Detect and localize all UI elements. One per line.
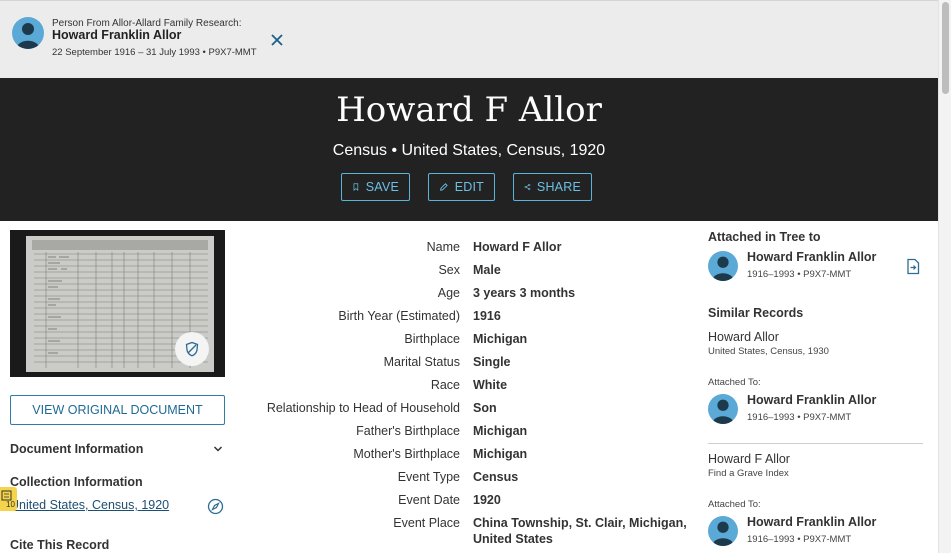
fact-value: Michigan xyxy=(473,447,528,461)
similar-record-title[interactable]: Howard F Allor xyxy=(708,452,790,466)
record-title: Howard F Allor xyxy=(336,90,602,130)
bookmark-icon xyxy=(353,183,359,191)
share-button[interactable]: SHARE xyxy=(513,173,592,201)
similar-record-title[interactable]: Howard Allor xyxy=(708,330,779,344)
similar-records-heading: Similar Records xyxy=(708,306,804,320)
fact-value-continued: United States xyxy=(473,532,553,546)
fact-value: 1920 xyxy=(473,493,501,507)
fact-label: Father's Birthplace xyxy=(356,424,460,438)
fact-label: Race xyxy=(430,378,460,392)
fact-value: China Township, St. Clair, Michigan, xyxy=(473,516,687,530)
compass-icon[interactable] xyxy=(207,498,224,515)
attached-tree-heading: Attached in Tree to xyxy=(708,230,821,244)
fact-value: Son xyxy=(473,401,497,415)
fact-value: 1916 xyxy=(473,309,501,323)
person-avatar-icon[interactable] xyxy=(708,516,738,546)
fact-label: Age xyxy=(437,286,460,300)
fact-value: 3 years 3 months xyxy=(473,286,576,300)
side-tab-count: 10 xyxy=(6,500,15,509)
attached-person-meta: 1916–1993 • P9X7-MMT xyxy=(747,269,852,280)
page-scrollbar[interactable] xyxy=(938,0,951,553)
share-icon xyxy=(524,183,531,191)
fact-label: Relationship to Head of Household xyxy=(266,401,460,415)
record-header: Howard F Allor Census • United States, C… xyxy=(0,78,938,221)
save-button-label: SAVE xyxy=(365,180,399,194)
attach-record-icon[interactable] xyxy=(905,258,921,275)
view-original-document-button[interactable]: VIEW ORIGINAL DOCUMENT xyxy=(10,395,225,425)
person-banner: Person From Allor-Allard Family Research… xyxy=(0,0,938,78)
pencil-icon xyxy=(440,183,448,191)
person-avatar-icon[interactable] xyxy=(708,394,738,424)
collection-information-heading: Collection Information xyxy=(10,475,143,489)
privacy-shield-button[interactable] xyxy=(175,332,209,366)
banner-person-name[interactable]: Howard Franklin Allor xyxy=(52,28,181,42)
fact-label: Event Type xyxy=(397,470,460,484)
fact-value: White xyxy=(473,378,508,392)
person-avatar-icon xyxy=(12,17,44,49)
shield-icon xyxy=(185,341,199,357)
share-button-label: SHARE xyxy=(536,180,581,194)
chevron-down-icon[interactable] xyxy=(212,443,224,455)
similar-person-name[interactable]: Howard Franklin Allor xyxy=(747,515,876,529)
fact-value: Census xyxy=(473,470,519,484)
fact-label: Sex xyxy=(438,263,460,277)
fact-label: Event Place xyxy=(393,516,460,530)
save-button[interactable]: SAVE xyxy=(341,173,410,201)
record-subtitle: Census • United States, Census, 1920 xyxy=(332,142,606,159)
fact-label: Marital Status xyxy=(383,355,460,369)
edit-button[interactable]: EDIT xyxy=(428,173,495,201)
similar-record-source: Find a Grave Index xyxy=(708,468,789,479)
attached-to-label: Attached To: xyxy=(708,499,761,510)
fact-label: Birthplace xyxy=(404,332,460,346)
collection-link[interactable]: United States, Census, 1920 xyxy=(10,498,169,512)
similar-person-name[interactable]: Howard Franklin Allor xyxy=(747,393,876,407)
cite-record-heading[interactable]: Cite This Record xyxy=(10,538,109,552)
divider xyxy=(708,443,923,444)
similar-person-meta: 1916–1993 • P9X7-MMT xyxy=(747,412,852,423)
fact-label: Mother's Birthplace xyxy=(353,447,460,461)
fact-label: Event Date xyxy=(398,493,460,507)
close-icon xyxy=(271,34,283,46)
fact-value: Single xyxy=(473,355,511,369)
banner-person-dates: 22 September 1916 – 31 July 1993 • P9X7-… xyxy=(52,47,257,58)
record-actions: SAVE EDIT SHARE xyxy=(341,173,592,201)
fact-value: Michigan xyxy=(473,332,528,346)
document-information-heading[interactable]: Document Information xyxy=(10,442,143,456)
fact-value: Male xyxy=(473,263,501,277)
edit-button-label: EDIT xyxy=(454,180,484,194)
similar-person-meta: 1916–1993 • P9X7-MMT xyxy=(747,534,852,545)
fact-label: Name xyxy=(426,240,460,254)
similar-record-source: United States, Census, 1930 xyxy=(708,346,829,357)
attached-to-label: Attached To: xyxy=(708,377,761,388)
fact-label: Birth Year (Estimated) xyxy=(338,309,460,323)
side-tab-button[interactable]: 10 xyxy=(0,487,17,511)
attached-person-name[interactable]: Howard Franklin Allor xyxy=(747,250,876,264)
fact-value: Michigan xyxy=(473,424,528,438)
person-avatar-icon[interactable] xyxy=(708,251,738,281)
fact-value: Howard F Allor xyxy=(473,240,562,254)
close-banner-button[interactable] xyxy=(266,29,288,51)
scrollbar-thumb[interactable] xyxy=(942,2,949,94)
